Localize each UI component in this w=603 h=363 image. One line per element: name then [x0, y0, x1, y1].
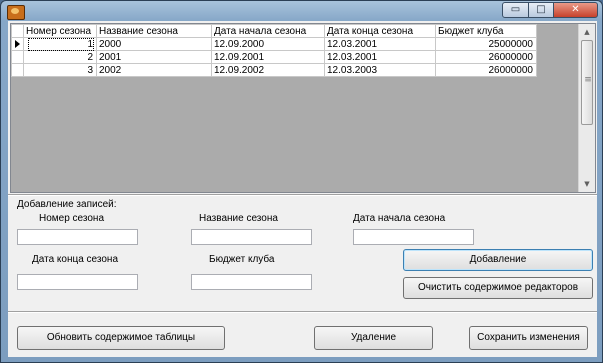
- row-header-corner: [11, 24, 24, 38]
- row-selector[interactable]: [11, 63, 24, 77]
- cell-start-date[interactable]: 12.09.2000: [211, 37, 325, 51]
- cell-end-date[interactable]: 12.03.2001: [324, 37, 436, 51]
- column-header-number[interactable]: Номер сезона: [23, 24, 97, 38]
- column-header-end-date[interactable]: Дата конца сезона: [324, 24, 436, 38]
- maximize-button[interactable]: □: [528, 2, 554, 18]
- start-date-input[interactable]: [353, 229, 474, 245]
- delete-button[interactable]: Удаление: [314, 326, 433, 350]
- row-selector[interactable]: [11, 50, 24, 64]
- column-header-name[interactable]: Название сезона: [96, 24, 212, 38]
- table-row[interactable]: 2 2001 12.09.2001 12.03.2001 26000000: [11, 50, 537, 64]
- grid-vertical-scrollbar[interactable]: ▲ ▼: [578, 24, 595, 192]
- season-number-input[interactable]: [17, 229, 138, 245]
- cell-season-name[interactable]: 2001: [96, 50, 212, 64]
- cell-end-date[interactable]: 12.03.2003: [324, 63, 436, 77]
- start-date-label: Дата начала сезона: [353, 213, 446, 224]
- grid-empty-area: Номер сезона Название сезона Дата начала…: [11, 24, 578, 192]
- divider-top: [8, 194, 597, 196]
- cell-season-number[interactable]: 1: [23, 37, 97, 51]
- budget-label: Бюджет клуба: [209, 254, 275, 265]
- save-changes-button[interactable]: Сохранить изменения: [469, 326, 588, 350]
- season-name-label: Название сезона: [199, 213, 278, 224]
- client-area: Номер сезона Название сезона Дата начала…: [8, 21, 597, 357]
- cell-start-date[interactable]: 12.09.2002: [211, 63, 325, 77]
- divider-bottom: [8, 311, 597, 313]
- cell-season-name[interactable]: 2000: [96, 37, 212, 51]
- scroll-up-arrow-icon[interactable]: ▲: [579, 25, 595, 39]
- cell-season-number[interactable]: 3: [23, 63, 97, 77]
- scroll-down-arrow-icon[interactable]: ▼: [579, 177, 595, 191]
- cell-budget[interactable]: 25000000: [435, 37, 537, 51]
- season-number-label: Номер сезона: [39, 213, 105, 224]
- cell-season-number[interactable]: 2: [23, 50, 97, 64]
- cell-season-name[interactable]: 2002: [96, 63, 212, 77]
- grid-header-row: Номер сезона Название сезона Дата начала…: [11, 24, 537, 38]
- end-date-input[interactable]: [17, 274, 138, 290]
- app-window: ▭ □ ✕ Номер сезона Название сезона Дата …: [0, 0, 603, 363]
- cell-start-date[interactable]: 12.09.2001: [211, 50, 325, 64]
- add-records-group-label: Добавление записей:: [17, 199, 117, 210]
- add-button[interactable]: Добавление: [403, 249, 593, 271]
- minimize-button[interactable]: ▭: [502, 2, 529, 18]
- row-selector-current-arrow-icon[interactable]: [11, 37, 24, 51]
- column-header-budget[interactable]: Бюджет клуба: [435, 24, 537, 38]
- column-header-start-date[interactable]: Дата начала сезона: [211, 24, 325, 38]
- season-name-input[interactable]: [191, 229, 312, 245]
- cell-budget[interactable]: 26000000: [435, 50, 537, 64]
- app-icon: [7, 5, 25, 20]
- budget-input[interactable]: [191, 274, 312, 290]
- end-date-label: Дата конца сезона: [32, 254, 119, 265]
- cell-budget[interactable]: 26000000: [435, 63, 537, 77]
- seasons-data-grid[interactable]: Номер сезона Название сезона Дата начала…: [10, 23, 596, 193]
- scrollbar-thumb[interactable]: [581, 40, 593, 125]
- table-row[interactable]: 1 2000 12.09.2000 12.03.2001 25000000: [11, 37, 537, 51]
- cell-end-date[interactable]: 12.03.2001: [324, 50, 436, 64]
- table-row[interactable]: 3 2002 12.09.2002 12.03.2003 26000000: [11, 63, 537, 77]
- refresh-table-button[interactable]: Обновить содержимое таблицы: [17, 326, 225, 350]
- close-button[interactable]: ✕: [553, 2, 598, 18]
- seasons-table: Номер сезона Название сезона Дата начала…: [11, 24, 537, 77]
- clear-editors-button[interactable]: Очистить содержимое редакторов: [403, 277, 593, 299]
